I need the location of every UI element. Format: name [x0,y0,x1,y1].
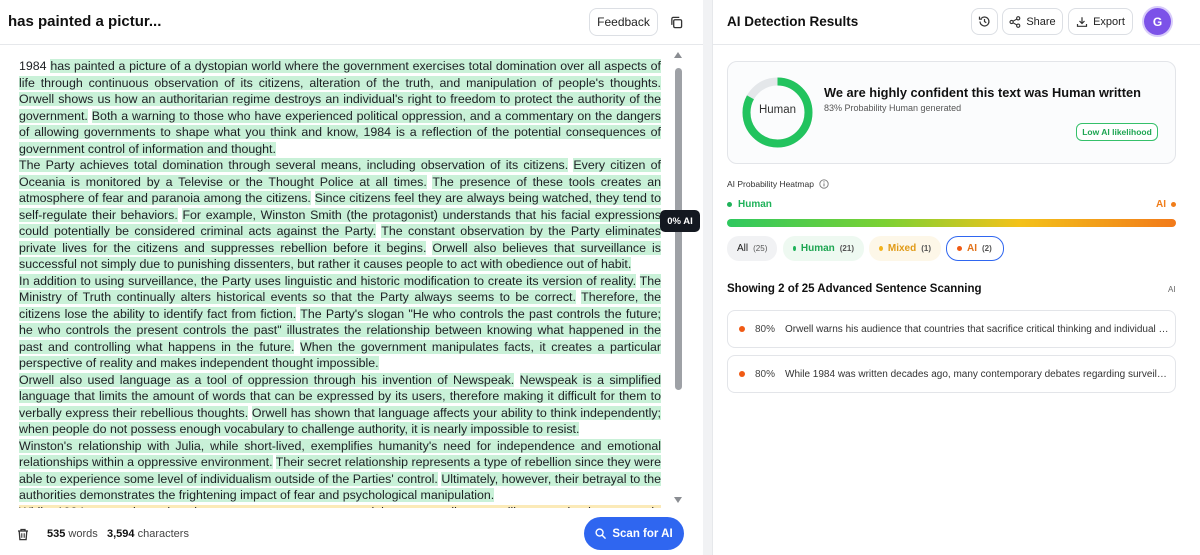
document-paragraph: Orwell also used language as a tool of o… [19,372,661,438]
document-paragraph: 1984 has painted a picture of a dystopia… [19,58,661,157]
results-count-heading: Showing 2 of 25 Advanced Sentence Scanni… [727,283,982,295]
sentence-result[interactable]: 80% Orwell warns his audience that count… [727,310,1176,348]
document-title: has painted a pictur... [8,13,162,30]
download-icon [1076,16,1088,27]
filter-all-count: (25) [753,244,768,253]
history-icon [978,16,990,27]
sentence-result[interactable]: 80% While 1984 was written decades ago, … [727,355,1176,393]
document-paragraph: Winston's relationship with Julia, while… [19,438,661,504]
document-paragraph: In addition to using surveillance, the P… [19,273,661,372]
word-count-value: 535 [47,528,66,540]
feedback-button[interactable]: Feedback [589,8,658,36]
filter-all-label: All [737,243,749,254]
avatar[interactable]: G [1144,8,1171,35]
heatmap-ai-label: AI [1156,199,1166,210]
filter-human-label: Human [800,243,835,254]
filter-ai-count: (2) [982,244,992,253]
share-button[interactable]: Share [1002,8,1063,35]
history-button[interactable] [971,8,998,35]
document-text[interactable]: 1984 has painted a picture of a dystopia… [19,58,661,508]
trash-icon[interactable] [17,528,31,542]
human-sentence: In addition to using surveillance, the P… [19,273,637,288]
export-button[interactable]: Export [1068,8,1133,35]
filter-all[interactable]: All (25) [727,236,777,261]
filter-mixed-label: Mixed [887,243,917,254]
sentence-ai-percent: 80% [755,368,776,380]
heatmap-ai-legend: AI [1156,199,1176,210]
share-label: Share [1026,15,1056,28]
ai-dot-icon [1171,202,1176,207]
scroll-down-arrow-icon[interactable] [674,497,682,503]
sentence-text: While 1984 was written decades ago, many… [785,368,1169,380]
character-count-label: characters [137,528,189,540]
ai-probability-heatmap-bar [727,219,1176,227]
results-header-divider [713,44,1200,45]
ai-dot-icon [957,246,962,251]
header-divider [0,44,703,45]
scroll-up-arrow-icon[interactable] [674,52,682,58]
results-filter-tag: AI [1168,285,1176,294]
human-sentence: Orwell also used language as a tool of o… [19,372,515,387]
scan-for-ai-label: Scan for AI [612,527,673,540]
filter-mixed[interactable]: Mixed (1) [869,236,941,261]
text-fragment [514,373,519,387]
human-dot-icon [793,246,796,251]
ai-percentage-badge: 0% AI [660,210,700,232]
document-paragraph: While 1984 was written decades ago, many… [19,504,661,508]
character-count: 3,594 characters [107,528,189,540]
sentence-ai-percent: 80% [755,323,776,335]
filter-ai[interactable]: AI (2) [946,236,1004,261]
verdict-probability-text: 83% Probability Human generated [824,103,962,113]
filter-mixed-count: (1) [921,244,931,253]
scan-for-ai-button[interactable]: Scan for AI [584,517,684,550]
mixed-sentence: While 1984 was written decades ago, many… [19,504,661,508]
text-fragment: 1984 [19,59,51,73]
likelihood-badge: Low AI likelihood [1076,123,1158,141]
character-count-value: 3,594 [107,528,135,540]
share-icon [1009,15,1021,28]
word-count-label: words [68,528,98,540]
word-count: 535 words [47,528,98,540]
filter-human[interactable]: Human (21) [783,236,864,261]
info-icon[interactable] [819,179,829,189]
sentence-text: Orwell warns his audience that countries… [785,323,1169,335]
human-sentence: The Party achieves total domination thro… [19,158,569,172]
document-paragraph: The Party achieves total domination thro… [19,157,661,273]
human-sentence: has painted a picture of a dystopian wor… [19,59,661,90]
heatmap-heading: AI Probability Heatmap [727,179,829,189]
filter-ai-label: AI [967,243,977,254]
copy-button[interactable] [664,9,688,35]
mixed-dot-icon [879,246,883,251]
ai-dot-icon [739,371,745,377]
heatmap-label: AI Probability Heatmap [727,179,814,189]
filter-human-count: (21) [839,244,854,253]
verdict-headline: We are highly confident this text was Hu… [824,85,1141,100]
export-label: Export [1093,15,1125,28]
search-icon [595,528,607,539]
heatmap-human-label: Human [738,199,772,210]
human-dot-icon [727,202,732,207]
verdict-label: Human [758,104,797,116]
heatmap-human-legend: Human [727,199,772,210]
human-sentence: Both a warning to those who have experie… [19,108,661,156]
ai-dot-icon [739,326,745,332]
copy-icon [670,16,682,28]
results-title: AI Detection Results [727,14,859,29]
